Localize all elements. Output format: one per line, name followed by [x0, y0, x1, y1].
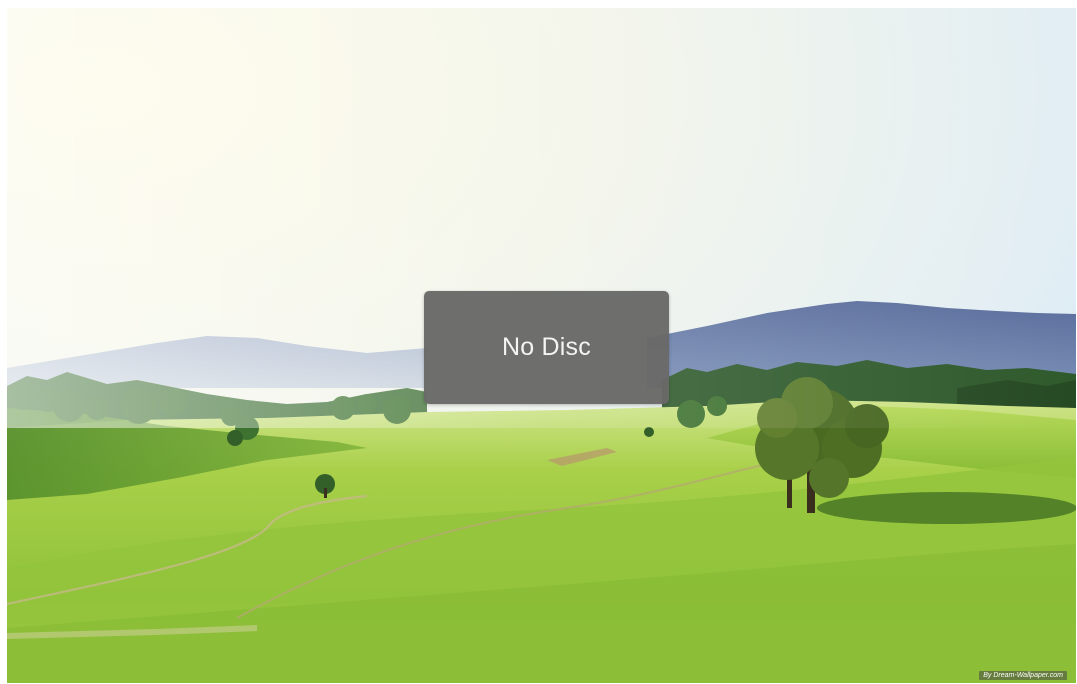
no-disc-notification: No Disc: [424, 291, 669, 404]
desktop-screen: No Disc By Dream-Wallpaper.com: [7, 8, 1076, 683]
notification-message: No Disc: [502, 333, 591, 361]
wallpaper-credit: By Dream-Wallpaper.com: [979, 671, 1067, 680]
